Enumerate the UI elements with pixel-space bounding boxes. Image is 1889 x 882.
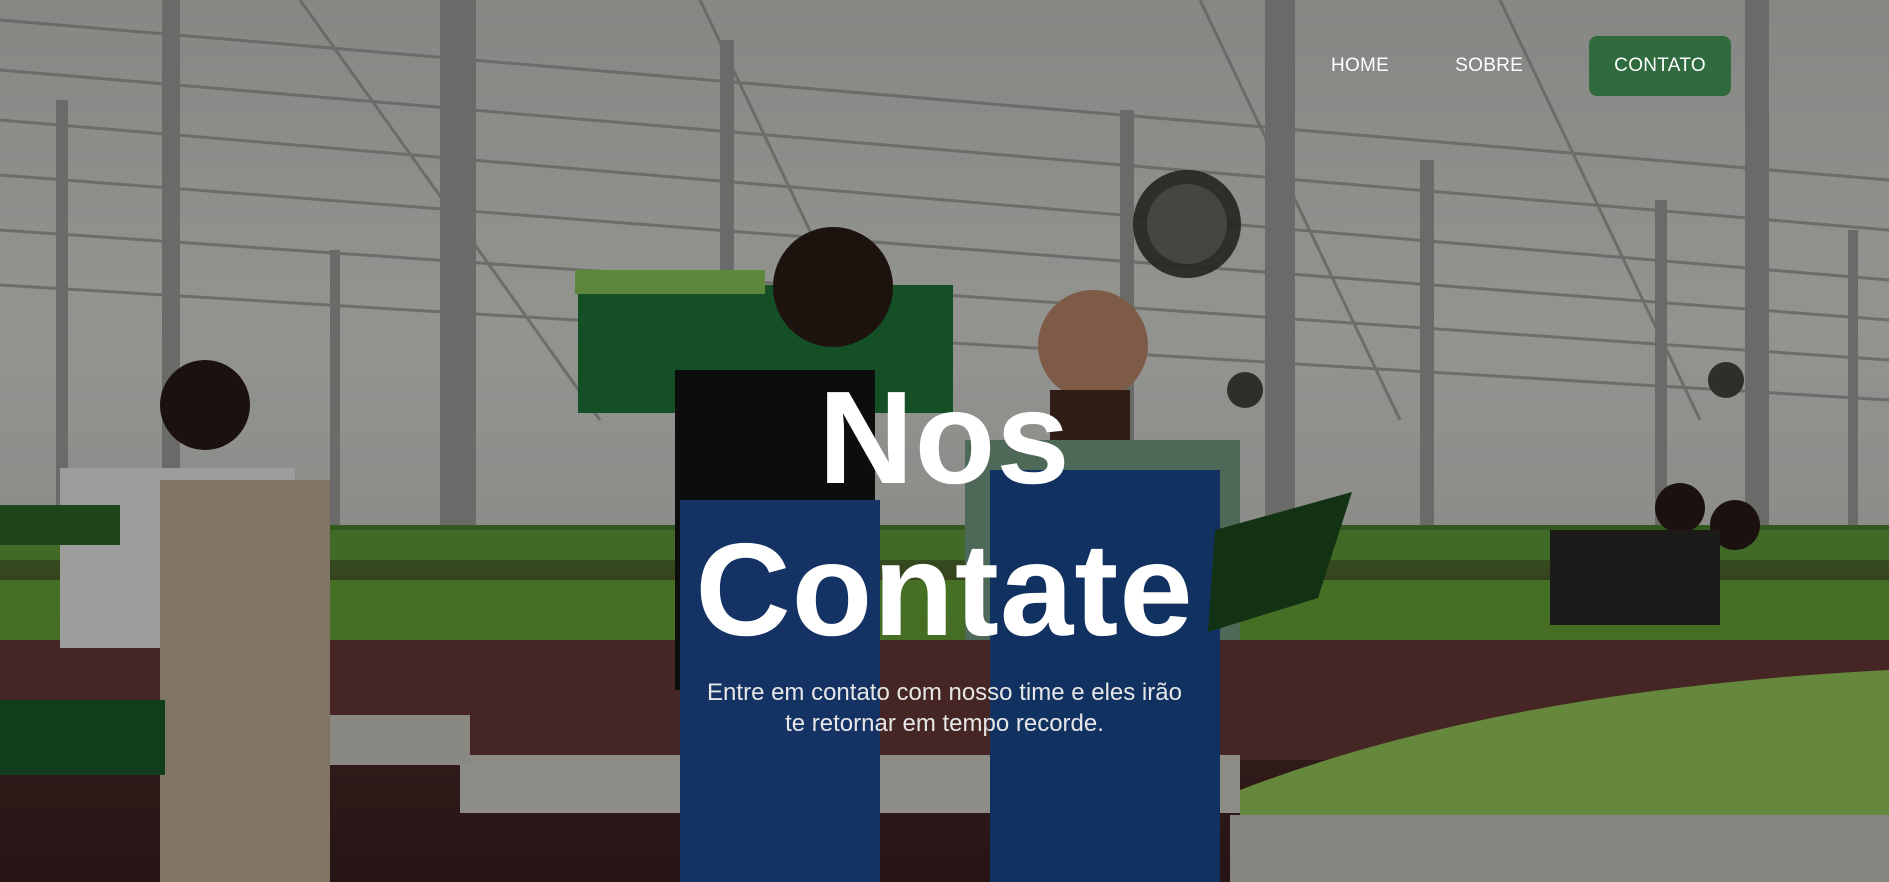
page-title-line-1: Nos bbox=[818, 364, 1071, 511]
hero-subtitle-line-2: te retornar em tempo recorde. bbox=[785, 710, 1104, 737]
contato-button[interactable]: CONTATO bbox=[1589, 36, 1731, 96]
top-navigation: HOME SOBRE CONTATO bbox=[1331, 36, 1731, 96]
hero-subtitle-line-1: Entre em contato com nosso time e eles i… bbox=[707, 679, 1182, 706]
page-title: Nos Contate bbox=[0, 362, 1889, 666]
nav-link-sobre[interactable]: SOBRE bbox=[1455, 55, 1523, 77]
hero-subtitle: Entre em contato com nosso time e eles i… bbox=[0, 677, 1889, 739]
nav-link-home[interactable]: HOME bbox=[1331, 55, 1389, 77]
hero-section: HOME SOBRE CONTATO Nos Contate Entre em … bbox=[0, 0, 1889, 882]
page-title-line-2: Contate bbox=[695, 516, 1194, 663]
